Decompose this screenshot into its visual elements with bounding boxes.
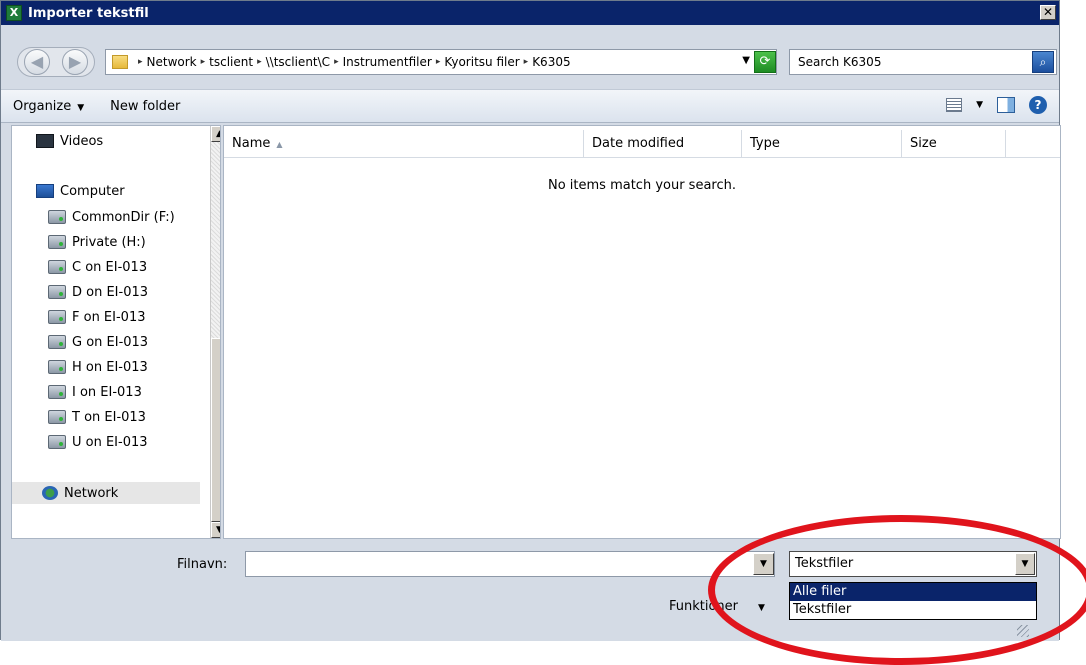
- breadcrumb-instrumentfiler[interactable]: ▸ Instrumentfiler: [330, 55, 432, 69]
- title-bar[interactable]: X Importer tekstfil ✕: [1, 1, 1059, 25]
- nav-item-private[interactable]: Private (H:): [48, 231, 220, 253]
- file-list[interactable]: Name ▲ Date modified Type Size No items m…: [223, 125, 1061, 539]
- new-folder-button[interactable]: New folder: [110, 99, 180, 114]
- preview-pane-icon[interactable]: [997, 97, 1015, 113]
- filename-field[interactable]: [245, 551, 775, 577]
- nav-item-g-on-ei013[interactable]: G on EI-013: [48, 331, 220, 353]
- breadcrumb-kyoritsu-filer[interactable]: ▸ Kyoritsu filer: [432, 55, 520, 69]
- dialog-window: X Importer tekstfil ✕ ◀ ▶ ▸ Network ▸ tscl…: [0, 0, 1061, 641]
- forward-button[interactable]: ▶: [62, 49, 88, 75]
- filename-dropdown-icon[interactable]: ▼: [753, 553, 774, 575]
- back-button[interactable]: ◀: [24, 49, 50, 75]
- breadcrumb-separator-icon[interactable]: ▸: [524, 57, 529, 67]
- address-bar[interactable]: ▸ Network ▸ tsclient ▸ \\tsclient\C ▸ Instru…: [105, 49, 777, 75]
- help-icon[interactable]: ?: [1029, 96, 1047, 114]
- filetype-dropdown-list: Alle filer Tekstfiler: [789, 582, 1037, 620]
- column-header-type[interactable]: Type: [742, 130, 902, 158]
- view-options-icon[interactable]: [946, 98, 963, 112]
- network-drive-icon: [48, 410, 66, 424]
- breadcrumb-separator-icon[interactable]: ▸: [334, 57, 339, 67]
- folder-icon: [112, 55, 128, 69]
- column-header-date-modified[interactable]: Date modified: [584, 130, 742, 158]
- refresh-icon[interactable]: ⟳: [754, 51, 776, 73]
- filetype-selected-value[interactable]: Tekstfiler: [795, 556, 853, 571]
- scroll-down-icon[interactable]: ▼: [211, 522, 220, 538]
- navigation-buttons: ◀ ▶: [17, 47, 95, 77]
- search-input[interactable]: Search K6305 ⌕: [789, 49, 1057, 75]
- network-drive-icon: [48, 210, 66, 224]
- window-title: Importer tekstfil: [28, 5, 149, 21]
- computer-icon: [36, 184, 54, 198]
- filetype-dropdown-icon[interactable]: ▼: [1015, 553, 1035, 575]
- empty-message: No items match your search.: [547, 178, 736, 193]
- nav-item-h-on-ei013[interactable]: H on EI-013: [48, 356, 220, 378]
- network-drive-icon: [48, 360, 66, 374]
- chevron-down-icon[interactable]: ▼: [77, 103, 84, 113]
- breadcrumb-network[interactable]: ▸ Network: [134, 55, 197, 69]
- network-icon: [42, 486, 58, 500]
- resize-grip-icon[interactable]: [1017, 625, 1029, 637]
- nav-scrollbar[interactable]: ▲ ▼: [210, 126, 220, 538]
- breadcrumb-separator-icon[interactable]: ▸: [436, 57, 441, 67]
- filetype-option-all-files[interactable]: Alle filer: [790, 583, 1036, 601]
- excel-app-icon: X: [6, 5, 22, 21]
- nav-item-t-on-ei013[interactable]: T on EI-013: [48, 406, 220, 428]
- column-header-name[interactable]: Name ▲: [224, 130, 584, 158]
- chevron-down-icon[interactable]: ▼: [758, 603, 765, 613]
- scroll-thumb[interactable]: [211, 338, 220, 522]
- scroll-up-icon[interactable]: ▲: [211, 126, 220, 142]
- breadcrumb-tsclient[interactable]: ▸ tsclient: [197, 55, 253, 69]
- tools-button[interactable]: Funktioner ▼: [669, 599, 765, 614]
- toolbar: Organize ▼ New folder ▼ ?: [1, 89, 1059, 123]
- network-drive-icon: [48, 335, 66, 349]
- nav-item-videos[interactable]: Videos: [36, 130, 220, 152]
- filetype-select[interactable]: Tekstfiler ▼: [789, 551, 1037, 577]
- toolbar-right-group: ▼ ?: [946, 96, 1047, 114]
- close-button[interactable]: ✕: [1040, 5, 1056, 20]
- breadcrumb-separator-icon[interactable]: ▸: [257, 57, 262, 67]
- network-drive-icon: [48, 435, 66, 449]
- address-dropdown-icon[interactable]: ▼: [742, 55, 750, 66]
- network-drive-icon: [48, 385, 66, 399]
- nav-item-network[interactable]: Network: [12, 482, 200, 504]
- network-drive-icon: [48, 310, 66, 324]
- search-icon[interactable]: ⌕: [1032, 51, 1054, 73]
- nav-item-computer[interactable]: Computer: [36, 180, 220, 202]
- nav-item-commondir[interactable]: CommonDir (F:): [48, 206, 220, 228]
- chevron-down-icon[interactable]: ▼: [976, 100, 983, 110]
- breadcrumb-separator-icon[interactable]: ▸: [138, 57, 143, 67]
- organize-button[interactable]: Organize ▼: [13, 99, 84, 114]
- nav-item-c-on-ei013[interactable]: C on EI-013: [48, 256, 220, 278]
- nav-item-i-on-ei013[interactable]: I on EI-013: [48, 381, 220, 403]
- network-drive-icon: [48, 285, 66, 299]
- filename-label: Filnavn:: [177, 557, 228, 572]
- sort-ascending-icon: ▲: [276, 140, 283, 149]
- breadcrumb-k6305[interactable]: ▸ K6305: [520, 55, 571, 69]
- breadcrumb-separator-icon[interactable]: ▸: [201, 57, 206, 67]
- videos-icon: [36, 134, 54, 148]
- nav-item-u-on-ei013[interactable]: U on EI-013: [48, 431, 220, 453]
- breadcrumb-tsclient-c[interactable]: ▸ \\tsclient\C: [253, 55, 330, 69]
- filetype-option-text-files[interactable]: Tekstfiler: [790, 601, 1036, 619]
- nav-item-d-on-ei013[interactable]: D on EI-013: [48, 281, 220, 303]
- search-input-text[interactable]: Search K6305: [798, 55, 881, 69]
- column-header-size[interactable]: Size: [902, 130, 1006, 158]
- nav-item-f-on-ei013[interactable]: F on EI-013: [48, 306, 220, 328]
- network-drive-icon: [48, 235, 66, 249]
- column-headers: Name ▲ Date modified Type Size: [224, 130, 1060, 158]
- network-drive-icon: [48, 260, 66, 274]
- navigation-pane: Videos Computer CommonDir (F:) Private (…: [11, 125, 221, 539]
